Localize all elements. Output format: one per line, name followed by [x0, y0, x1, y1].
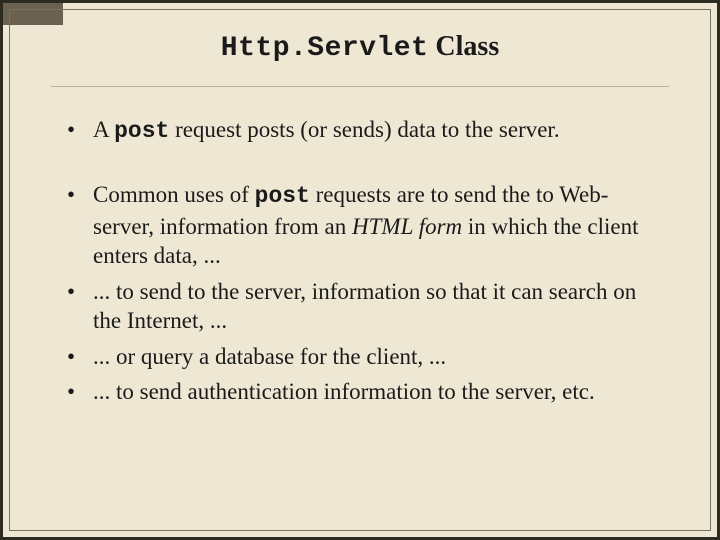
bullet-text: request posts (or sends) data to the ser…	[169, 117, 559, 142]
list-item: ... to send to the server, information s…	[67, 277, 653, 336]
list-item: ... to send authentication information t…	[67, 377, 653, 406]
slide-content: A post request posts (or sends) data to …	[3, 87, 717, 407]
italic-text: HTML form	[352, 214, 462, 239]
list-item: A post request posts (or sends) data to …	[67, 115, 653, 146]
title-serif: Class	[428, 31, 499, 62]
corner-decoration	[3, 3, 63, 25]
bullet-list: Common uses of post requests are to send…	[67, 180, 653, 406]
bullet-list: A post request posts (or sends) data to …	[67, 115, 653, 146]
code-text: post	[114, 118, 169, 144]
list-item: Common uses of post requests are to send…	[67, 180, 653, 270]
slide-title: Http.Servlet Class	[3, 3, 717, 76]
bullet-text: ... to send to the server, information s…	[93, 279, 636, 333]
slide: Http.Servlet Class A post request posts …	[0, 0, 720, 540]
bullet-text: ... to send authentication information t…	[93, 379, 595, 404]
code-text: post	[255, 183, 310, 209]
title-mono: Http.Servlet	[221, 33, 429, 64]
bullet-text: A	[93, 117, 114, 142]
list-item: ... or query a database for the client, …	[67, 342, 653, 371]
spacer	[67, 152, 653, 180]
bullet-text: Common uses of	[93, 182, 255, 207]
bullet-text: ... or query a database for the client, …	[93, 344, 446, 369]
